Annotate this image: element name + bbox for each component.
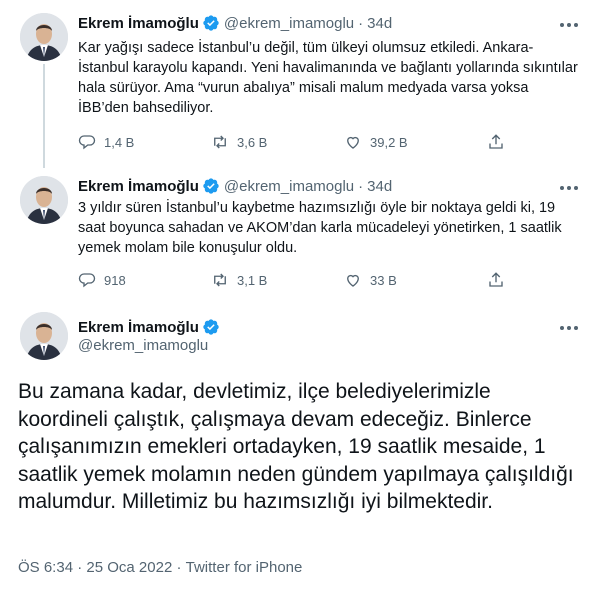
heart-icon (347, 136, 359, 149)
retweet-button[interactable]: 3,1 B (211, 271, 344, 289)
tweet-time[interactable]: 34d (367, 178, 392, 195)
reply-icon (78, 135, 96, 150)
verified-badge-icon (203, 15, 219, 31)
reply-count: 1,4 B (104, 134, 135, 150)
tweet-source[interactable]: Twitter for iPhone (186, 559, 303, 576)
author-handle[interactable]: @ekrem_imamoglu (224, 178, 354, 195)
like-count: 39,2 B (370, 134, 408, 150)
tweet-1[interactable]: Ekrem İmamoğlu @ekrem_imamoglu · 34d Kar… (0, 0, 598, 168)
reply-button[interactable]: 918 (78, 271, 211, 289)
author-name[interactable]: Ekrem İmamoğlu (78, 15, 199, 32)
share-icon[interactable] (487, 133, 505, 151)
separator-dot: · (358, 14, 364, 32)
tweet-time[interactable]: 34d (367, 15, 392, 32)
author-name[interactable]: Ekrem İmamoğlu (78, 178, 199, 195)
tweet-text: Kar yağışı sadece İstanbul’u değil, tüm … (78, 40, 578, 116)
retweet-icon (214, 273, 226, 287)
author-handle[interactable]: @ekrem_imamoglu (78, 337, 208, 354)
author-name[interactable]: Ekrem İmamoğlu (78, 319, 199, 336)
avatar[interactable] (20, 176, 68, 224)
retweet-count: 3,6 B (237, 134, 268, 150)
like-button[interactable]: 33 B (344, 271, 477, 289)
heart-icon (347, 274, 359, 287)
separator-dot: · (358, 177, 364, 195)
like-count: 33 B (370, 272, 397, 288)
separator-dot: · (73, 559, 87, 576)
tweet-meta: ÖS 6:34 · 25 Oca 2022 · Twitter for iPho… (18, 559, 302, 576)
reply-icon (78, 273, 96, 288)
verified-badge-icon (203, 319, 219, 335)
avatar[interactable] (20, 13, 68, 61)
tweet-text: 3 yıldır süren İstanbul’u kaybetme hazım… (78, 200, 562, 256)
retweet-icon (214, 135, 226, 149)
separator-dot: · (172, 559, 186, 576)
verified-badge-icon (203, 178, 219, 194)
more-options-icon[interactable] (558, 180, 580, 196)
tweet-date[interactable]: 25 Oca 2022 (86, 559, 172, 576)
avatar[interactable] (20, 312, 68, 360)
retweet-count: 3,1 B (237, 272, 268, 288)
more-options-icon[interactable] (558, 17, 580, 33)
author-handle[interactable]: @ekrem_imamoglu (224, 15, 354, 32)
focused-tweet-text: Bu zamana kadar, devletimiz, ilçe beledi… (18, 380, 574, 513)
retweet-button[interactable]: 3,6 B (211, 133, 344, 151)
thread-line (43, 64, 45, 168)
like-button[interactable]: 39,2 B (344, 133, 477, 151)
reply-count: 918 (104, 272, 126, 288)
more-options-icon[interactable] (558, 320, 580, 336)
share-icon[interactable] (487, 271, 505, 289)
tweet-2[interactable]: Ekrem İmamoğlu @ekrem_imamoglu · 34d 3 y… (0, 165, 598, 305)
tweet-time[interactable]: ÖS 6:34 (18, 559, 73, 576)
reply-button[interactable]: 1,4 B (78, 133, 211, 151)
